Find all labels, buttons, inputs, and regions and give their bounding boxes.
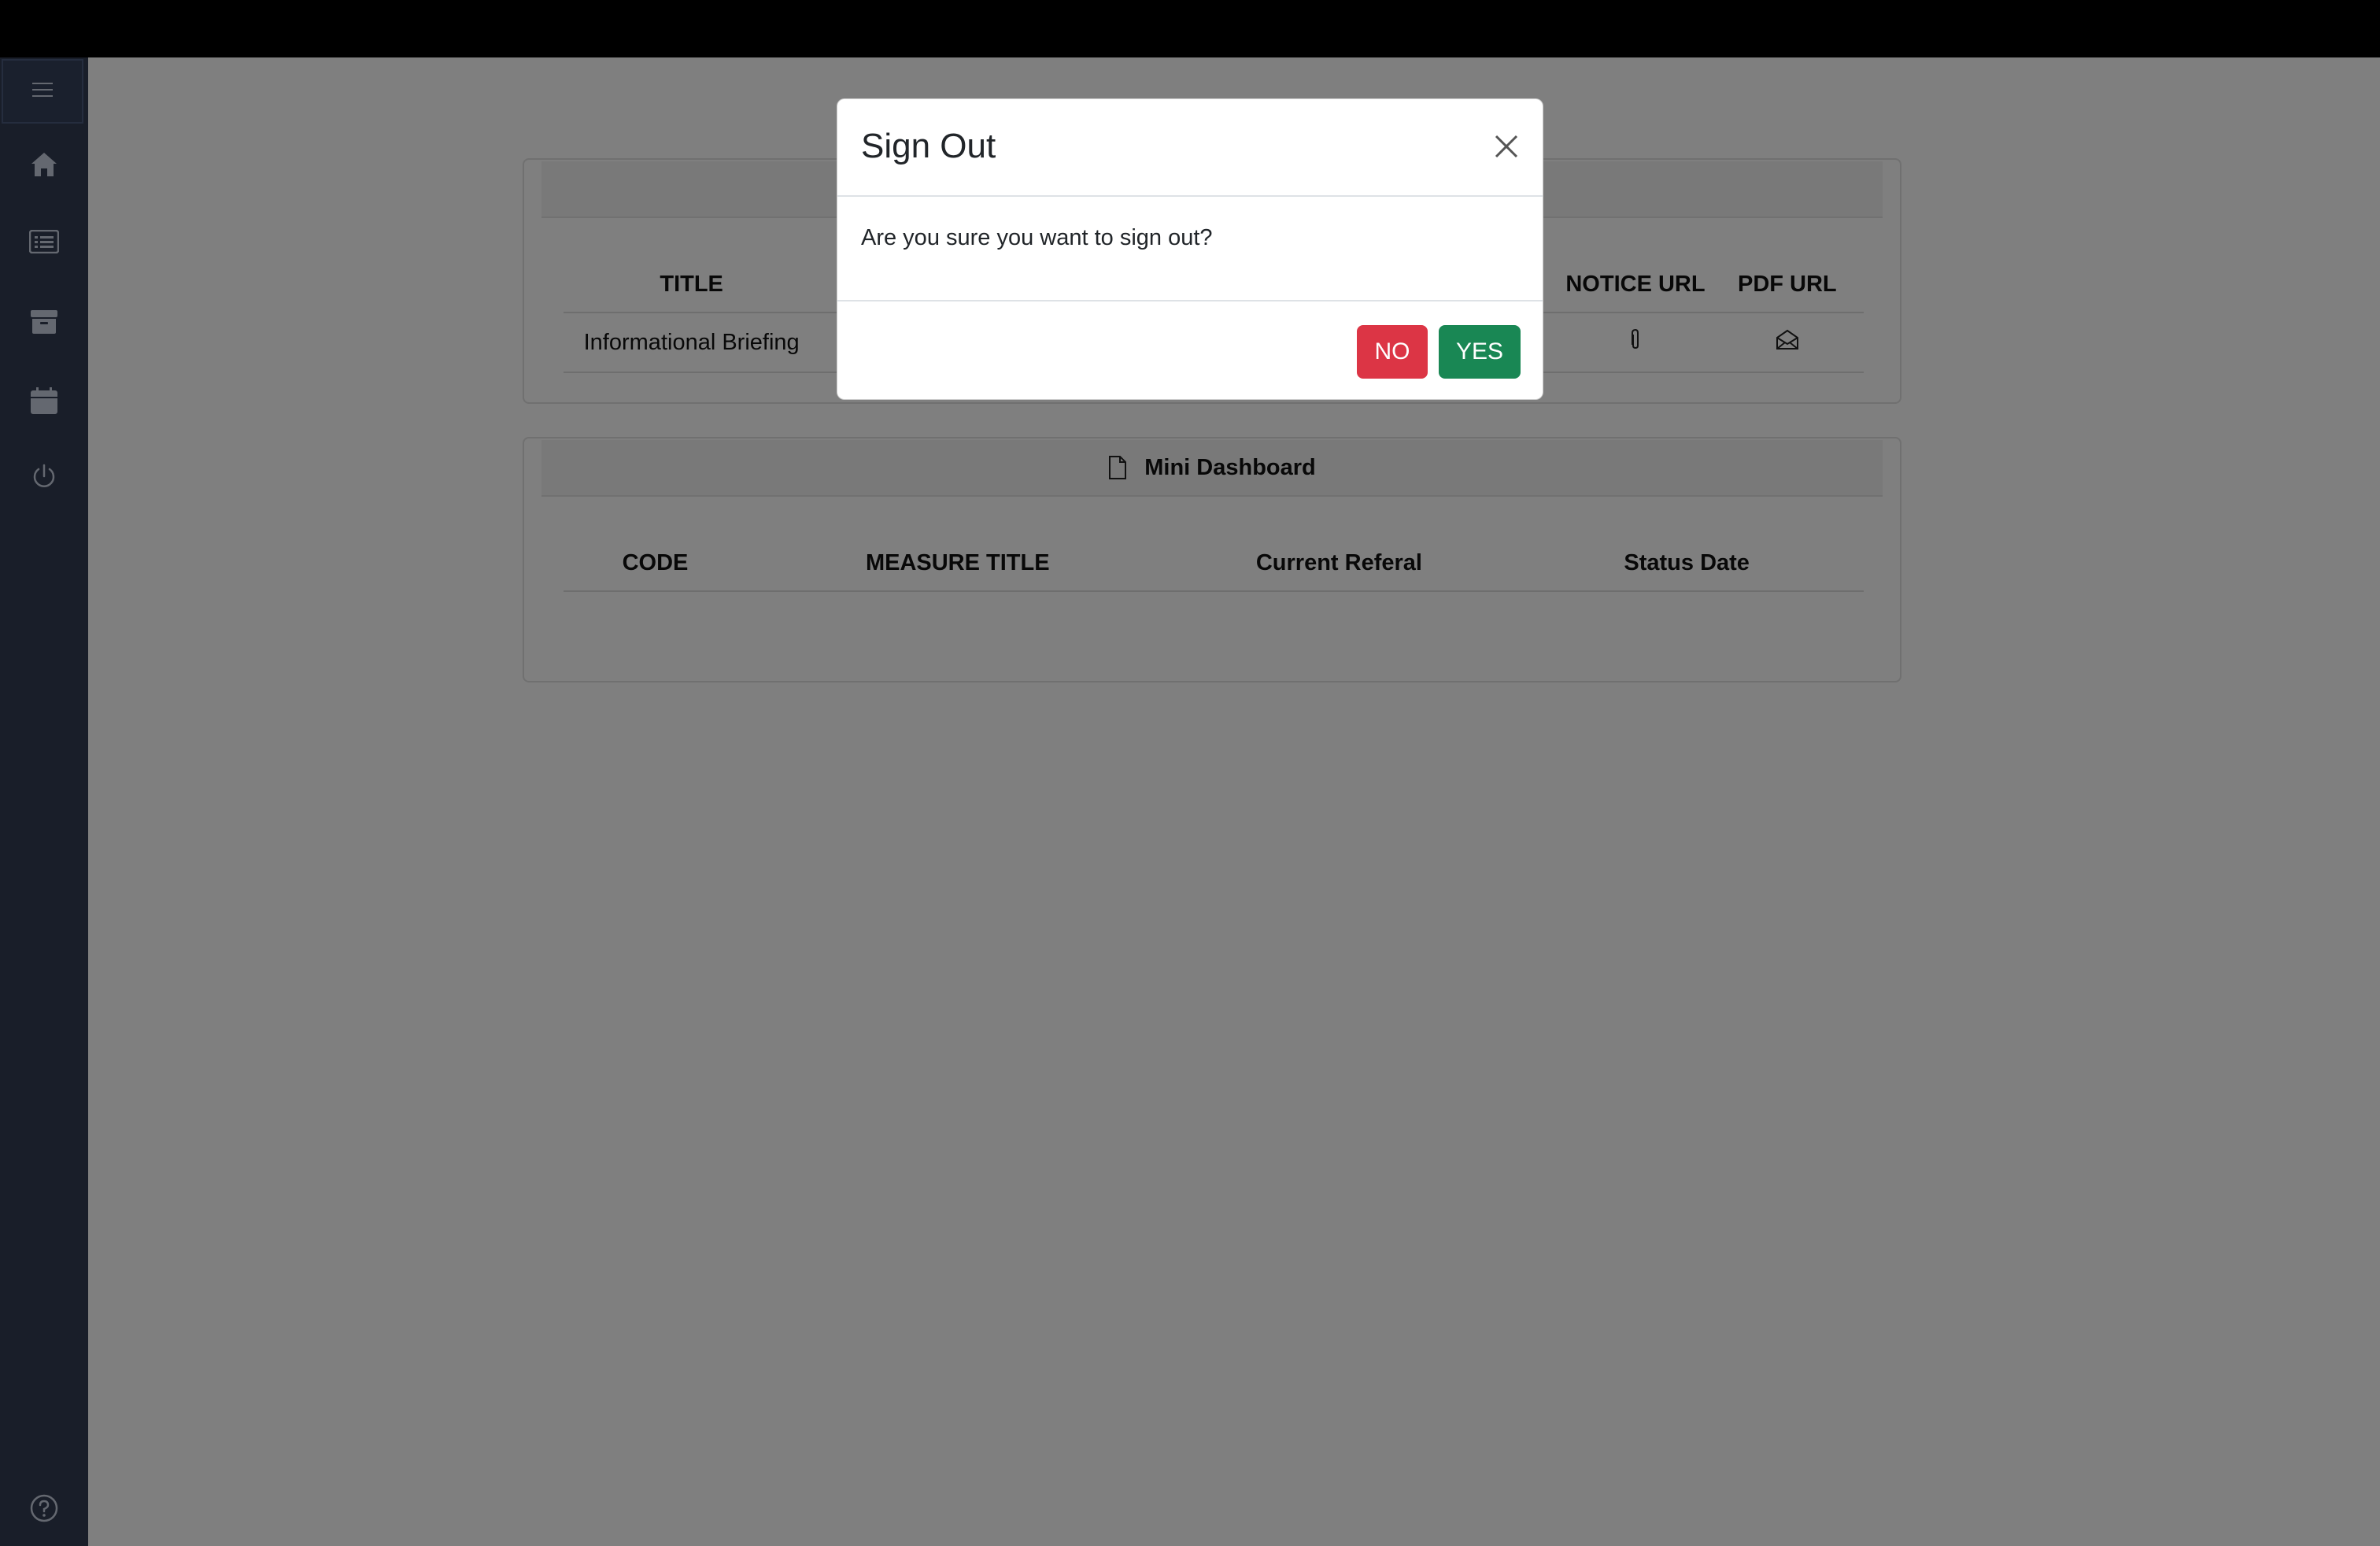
modal-title: Sign Out: [861, 127, 996, 165]
yes-button[interactable]: YES: [1439, 325, 1521, 379]
sign-out-dialog: Sign Out Are you sure you want to sign o…: [837, 98, 1543, 400]
close-button[interactable]: [1489, 131, 1524, 165]
modal-header: Sign Out: [837, 99, 1543, 197]
no-button[interactable]: NO: [1357, 325, 1428, 379]
modal-footer: NO YES: [837, 300, 1543, 401]
modal-message: Are you sure you want to sign out?: [861, 225, 1213, 250]
close-icon: [1494, 134, 1519, 163]
